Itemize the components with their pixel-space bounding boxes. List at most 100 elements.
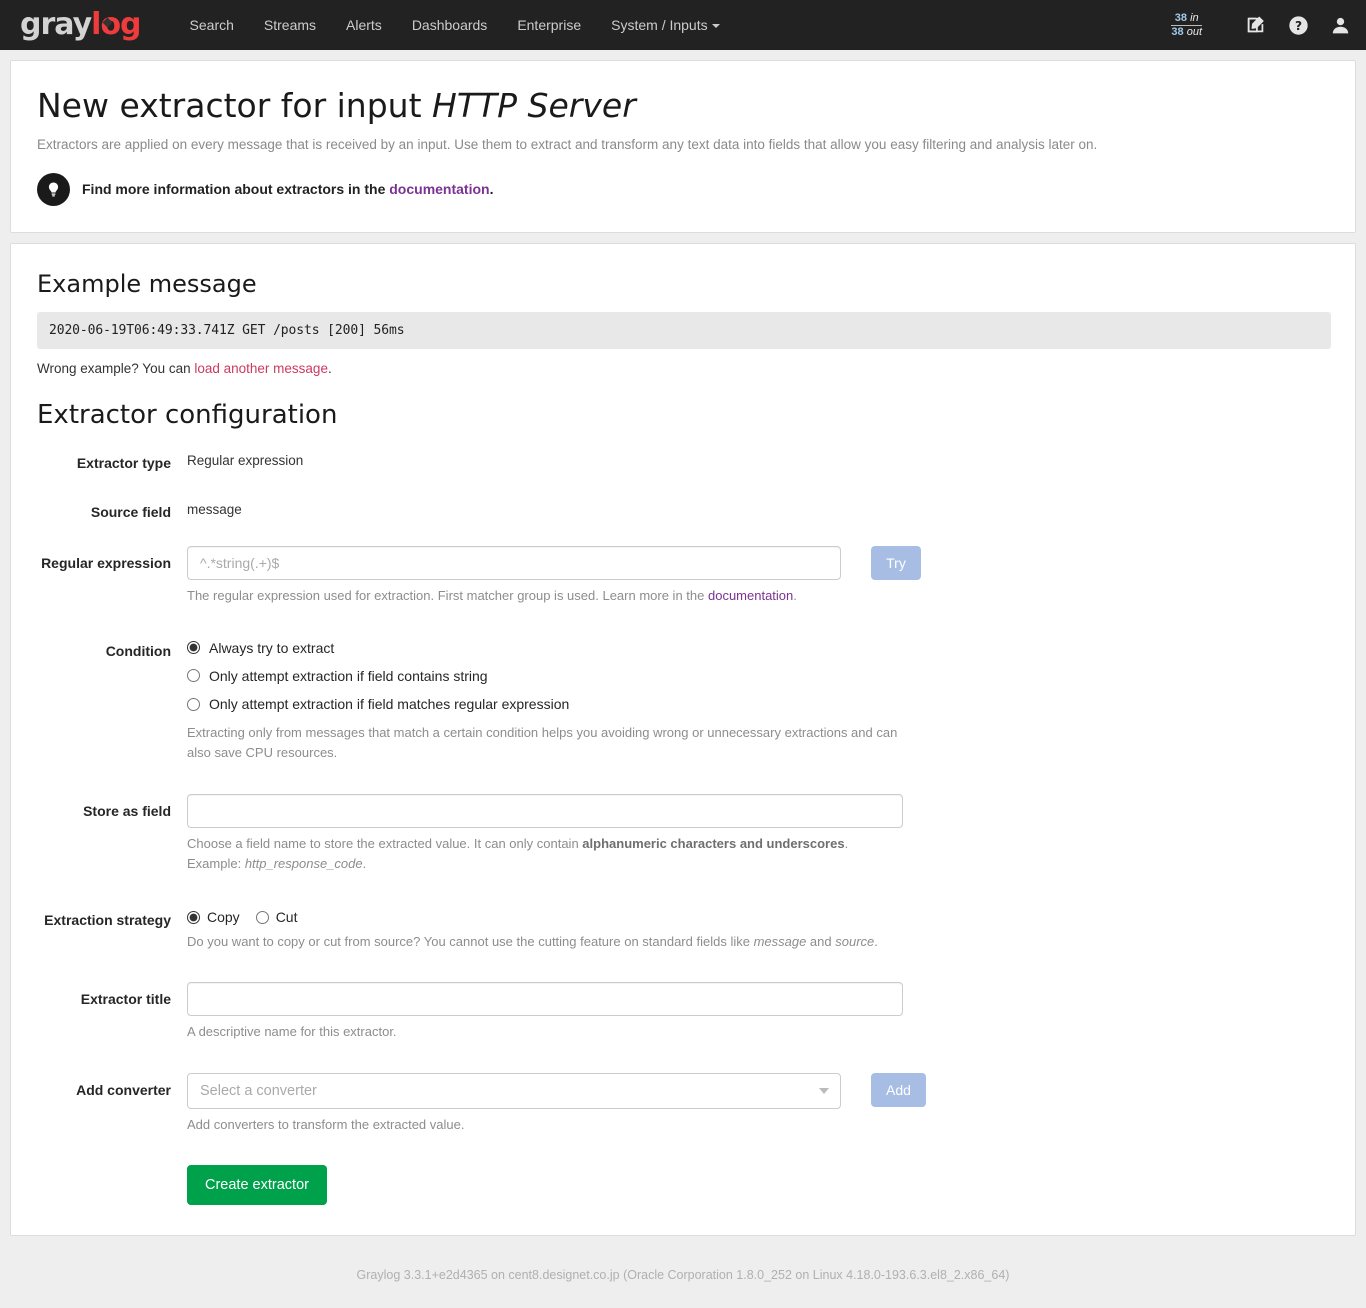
form-row-add-converter: Add converter Select a converter Add Add… <box>35 1073 1331 1135</box>
condition-radio-always[interactable] <box>187 641 200 655</box>
help-strategy-italic1: message <box>753 934 807 950</box>
throughput-in-unit: in <box>1190 12 1199 24</box>
help-extractor-title: A descriptive name for this extractor. <box>187 1023 397 1039</box>
graylog-logo[interactable]: graylog <box>14 10 147 40</box>
nav-link-dashboards[interactable]: Dashboards <box>397 0 503 50</box>
form-row-extraction-strategy: Extraction strategy Copy Cut Do you want… <box>35 903 1331 952</box>
label-extractor-title: Extractor title <box>80 990 171 1007</box>
nav-link-enterprise[interactable]: Enterprise <box>502 0 596 50</box>
page-title-input-name: HTTP Server <box>432 86 636 125</box>
label-regular-expression: Regular expression <box>41 555 171 572</box>
help-regex-prefix: The regular expression used for extracti… <box>187 588 708 604</box>
hint-text: Find more information about extractors i… <box>82 181 493 197</box>
condition-option-matches-regex[interactable]: Only attempt extraction if field matches… <box>187 695 1331 713</box>
documentation-link[interactable]: documentation <box>389 181 489 197</box>
chevron-down-icon <box>711 24 720 29</box>
example-message-box: 2020-06-19T06:49:33.741Z GET /posts [200… <box>37 311 1331 349</box>
nav-link-alerts[interactable]: Alerts <box>331 0 397 50</box>
regex-documentation-link[interactable]: documentation <box>708 588 793 603</box>
converter-select-wrapper: Select a converter <box>187 1073 841 1110</box>
nav-link-search[interactable]: Search <box>175 0 249 50</box>
page-header-panel: New extractor for input HTTP Server Extr… <box>10 60 1356 233</box>
store-as-field-input[interactable] <box>187 794 903 829</box>
form-row-store-as-field: Store as field Choose a field name to st… <box>35 794 1331 873</box>
extraction-option-cut[interactable]: Cut <box>255 908 298 926</box>
page-description: Extractors are applied on every message … <box>37 136 1098 152</box>
documentation-hint: Find more information about extractors i… <box>37 172 1331 206</box>
top-navbar: graylog Search Streams Alerts Dashboards… <box>0 0 1366 50</box>
help-strategy-part3: . <box>874 934 878 950</box>
extraction-label-copy[interactable]: Copy <box>207 908 240 926</box>
help-strategy-italic2: source <box>835 934 875 950</box>
wrong-example-suffix: . <box>327 360 332 376</box>
user-account-icon[interactable] <box>1326 11 1354 39</box>
extractor-title-input[interactable] <box>187 981 903 1016</box>
condition-radio-contains-string[interactable] <box>187 669 200 683</box>
wrong-example-prefix: Wrong example? You can <box>37 360 195 376</box>
add-converter-button[interactable]: Add <box>871 1073 926 1108</box>
extraction-radio-copy[interactable] <box>187 910 200 924</box>
form-row-condition: Condition Always try to extract Only att… <box>35 634 1331 763</box>
nav-link-system-inputs[interactable]: System / Inputs <box>596 0 734 50</box>
label-store-as-field: Store as field <box>83 803 171 820</box>
nav-label: Streams <box>263 17 317 33</box>
value-source-field: message <box>187 501 242 517</box>
condition-radio-matches-regex[interactable] <box>187 697 200 711</box>
lightbulb-icon <box>37 172 70 206</box>
hint-prefix: Find more information about extractors i… <box>82 181 390 197</box>
help-add-converter: Add converters to transform the extracte… <box>187 1117 465 1133</box>
condition-option-always[interactable]: Always try to extract <box>187 639 1331 657</box>
help-store-part1: Choose a field name to store the extract… <box>187 836 583 852</box>
condition-label-matches-regex[interactable]: Only attempt extraction if field matches… <box>209 695 569 713</box>
help-store-as-field: Choose a field name to store the extract… <box>187 834 902 873</box>
label-add-converter: Add converter <box>76 1082 171 1099</box>
primary-nav: Search Streams Alerts Dashboards Enterpr… <box>175 0 735 50</box>
example-message-heading: Example message <box>37 269 257 298</box>
extraction-option-copy[interactable]: Copy <box>187 908 240 926</box>
navbar-right-group: 38 in 38 out ? <box>1171 0 1354 50</box>
condition-label-always[interactable]: Always try to extract <box>209 639 334 657</box>
wrong-example-text: Wrong example? You can load another mess… <box>37 361 1331 376</box>
help-regex-suffix: . <box>793 588 797 604</box>
form-row-regular-expression: Regular expression Try The regular expre… <box>35 546 1331 606</box>
form-row-extractor-title: Extractor title A descriptive name for t… <box>35 981 1331 1042</box>
svg-text:?: ? <box>1294 18 1301 32</box>
load-another-message-link[interactable]: load another message <box>194 361 328 376</box>
help-strategy-part2: and <box>806 934 836 950</box>
nav-link-streams[interactable]: Streams <box>249 0 331 50</box>
try-regex-button[interactable]: Try <box>871 546 921 581</box>
nav-label: Search <box>189 17 234 33</box>
condition-label-contains-string[interactable]: Only attempt extraction if field contain… <box>209 667 488 685</box>
page-footer: Graylog 3.3.1+e2d4365 on cent8.designet.… <box>356 1268 1010 1283</box>
regular-expression-input[interactable] <box>187 546 841 581</box>
page-title-prefix: New extractor for input <box>37 86 433 125</box>
help-question-icon[interactable]: ? <box>1284 11 1312 39</box>
help-regular-expression: The regular expression used for extracti… <box>187 586 902 606</box>
extractor-form-panel: Example message 2020-06-19T06:49:33.741Z… <box>10 242 1356 1237</box>
extraction-radio-cut[interactable] <box>255 910 269 924</box>
throughput-out-unit: out <box>1186 26 1202 38</box>
converter-select[interactable]: Select a converter <box>187 1073 841 1110</box>
value-extractor-type: Regular expression <box>187 452 304 468</box>
help-store-bold: alphanumeric characters and underscores <box>582 836 845 852</box>
hint-suffix: . <box>489 181 494 197</box>
throughput-indicator[interactable]: 38 in 38 out <box>1171 12 1202 38</box>
logo-text-log: log <box>91 7 141 42</box>
label-extractor-type: Extractor type <box>76 454 171 471</box>
label-condition: Condition <box>105 642 171 659</box>
condition-option-contains-string[interactable]: Only attempt extraction if field contain… <box>187 667 1331 685</box>
help-store-part3: . <box>362 855 367 871</box>
extractor-configuration-heading: Extractor configuration <box>37 399 338 430</box>
form-actions: Create extractor <box>187 1164 1331 1206</box>
help-strategy-part1: Do you want to copy or cut from source? … <box>187 934 754 950</box>
throughput-out-value: 38 <box>1171 26 1184 38</box>
nav-label: Dashboards <box>411 17 488 33</box>
edit-pencil-icon[interactable] <box>1242 11 1270 39</box>
help-extraction-strategy: Do you want to copy or cut from source? … <box>187 932 927 952</box>
nav-label: Enterprise <box>517 17 582 33</box>
condition-radio-group: Always try to extract Only attempt extra… <box>187 639 1331 714</box>
create-extractor-button[interactable]: Create extractor <box>187 1164 327 1206</box>
throughput-in-value: 38 <box>1174 12 1187 24</box>
extraction-label-cut[interactable]: Cut <box>276 908 298 926</box>
label-source-field: Source field <box>90 503 171 520</box>
